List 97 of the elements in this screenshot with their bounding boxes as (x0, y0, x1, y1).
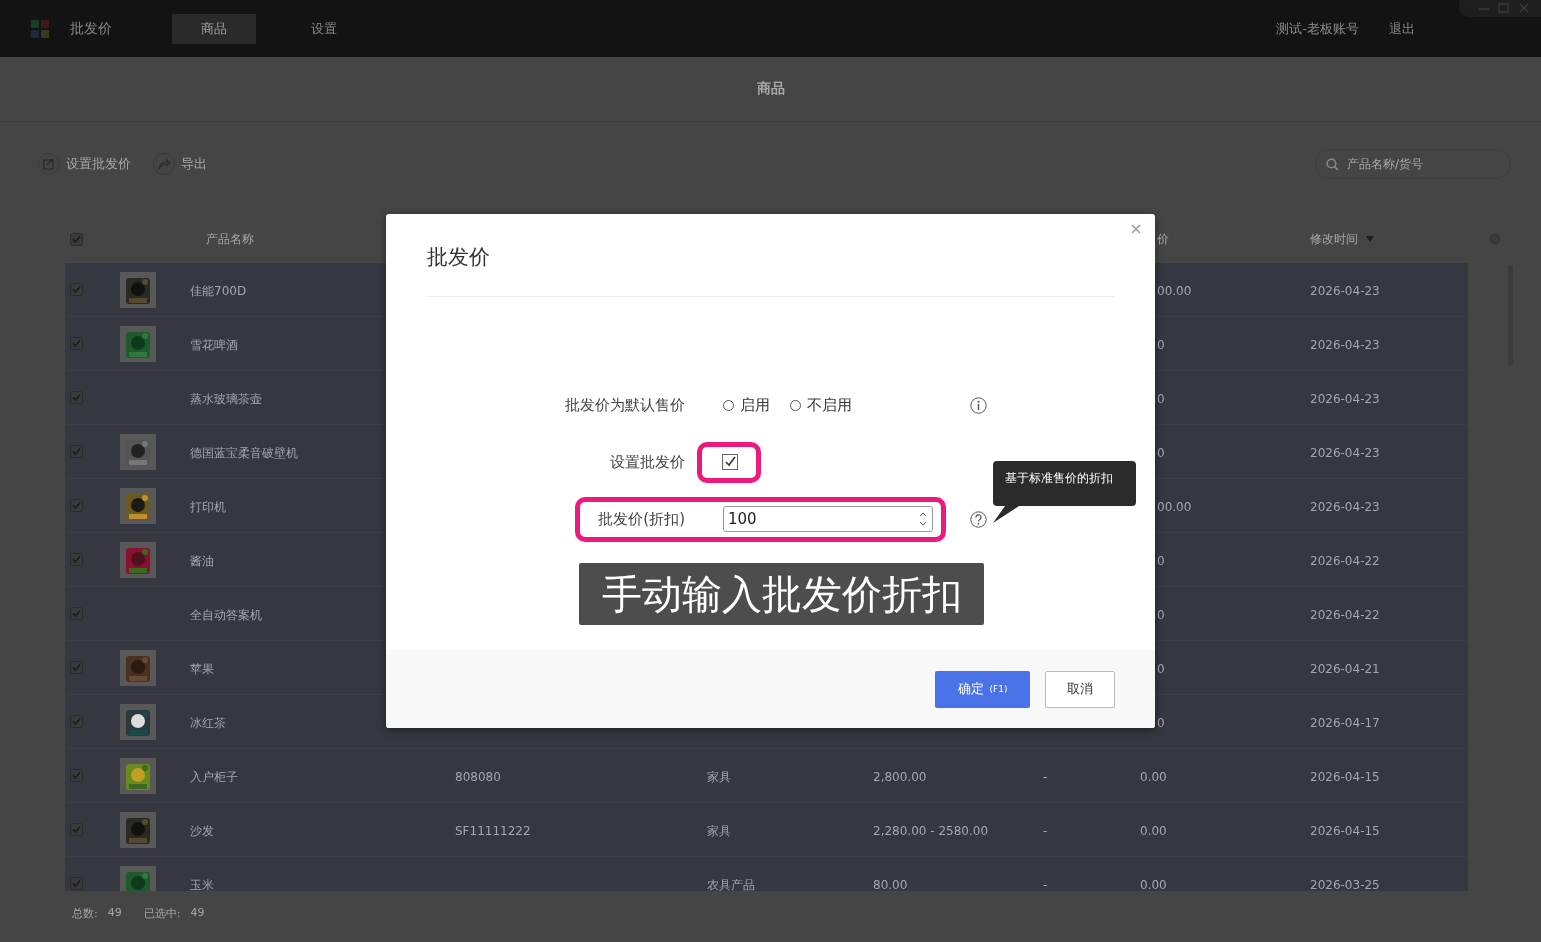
select-all-checkbox[interactable] (70, 232, 83, 246)
total-label: 总数: (72, 906, 98, 921)
table-cell: 入户柜子 (190, 769, 238, 784)
field-label: 批发价(折扣) (597, 509, 685, 529)
logout-link[interactable]: 退出 (1389, 19, 1415, 38)
radio-option[interactable]: 启用 (723, 395, 770, 415)
search-input[interactable]: 产品名称/货号 (1345, 156, 1499, 172)
nav-tab[interactable]: 商品 (172, 13, 256, 44)
toolbar-button[interactable]: 导出 (153, 153, 207, 175)
close-icon[interactable] (1129, 222, 1143, 236)
column-header[interactable]: 产品名称 (206, 231, 254, 246)
table-cell: 玉米 (190, 877, 214, 891)
row-checkbox[interactable] (70, 499, 83, 512)
table-cell: 冰红茶 (190, 715, 226, 730)
table-cell: 2026-04-22 (1310, 608, 1380, 622)
table-cell: 家具 (707, 769, 731, 784)
total-count: 49 (107, 906, 122, 921)
toolbar-button[interactable]: 设置批发价 (38, 153, 131, 175)
help-icon[interactable] (970, 510, 987, 528)
table-cell: 酱油 (190, 553, 214, 568)
row-checkbox[interactable] (70, 445, 83, 458)
table-cell: 0 (1157, 662, 1165, 676)
table-cell: 2026-04-23 (1310, 392, 1380, 406)
caption: 手动输入批发价折扣 (579, 563, 984, 625)
row-checkbox[interactable] (70, 877, 83, 890)
app-name: 批发价 (70, 19, 112, 38)
table-cell: 2026-04-23 (1310, 338, 1380, 352)
table-cell: 2026-04-17 (1310, 716, 1380, 730)
table-cell: 0.00 (1140, 824, 1167, 838)
table-cell: 2026-04-15 (1310, 770, 1380, 784)
page-title: 商品 (0, 57, 1541, 122)
table-cell: 全自动答案机 (190, 607, 262, 622)
row-checkbox[interactable] (70, 769, 83, 782)
confirm-button[interactable]: 确定 (F1) (935, 670, 1030, 708)
table-cell: 0 (1157, 338, 1165, 352)
table-cell: 苹果 (190, 661, 214, 676)
field-label: 设置批发价 (609, 452, 685, 472)
logo-icon (30, 18, 50, 39)
table-cell: 0 (1157, 554, 1165, 568)
table-cell: 0 (1157, 716, 1165, 730)
table-cell: 0.00 (1140, 878, 1167, 891)
nav-tab[interactable]: 设置 (282, 13, 366, 44)
table-cell: - (1043, 824, 1048, 838)
table-cell: 雪花啤酒 (190, 337, 238, 352)
table-cell: - (1043, 770, 1048, 784)
table-cell: 0 (1157, 392, 1165, 406)
table-cell: 2,800.00 (873, 770, 927, 784)
table-cell: 佳能700D (190, 283, 247, 298)
discount-input[interactable]: 100 (728, 510, 908, 528)
checkbox[interactable] (722, 454, 738, 470)
column-header[interactable]: 修改时间 (1310, 230, 1358, 248)
dialog-title: 批发价 (427, 243, 490, 271)
radio-option[interactable]: 不启用 (790, 395, 852, 415)
table-cell: 沙发 (190, 823, 214, 838)
sort-icon[interactable] (1366, 236, 1374, 242)
account-name[interactable]: 测试-老板账号 (1276, 19, 1359, 38)
table-cell: 0.00 (1140, 770, 1167, 784)
table-cell: 2026-04-21 (1310, 662, 1380, 676)
table-cell: 家具 (707, 823, 731, 838)
row-checkbox[interactable] (70, 391, 83, 404)
search-icon (1326, 157, 1339, 171)
table-cell: 2026-04-15 (1310, 824, 1380, 838)
table-cell: 2026-04-23 (1310, 500, 1380, 514)
info-icon[interactable] (970, 396, 987, 414)
table-cell: 农具产品 (707, 877, 755, 891)
table-cell: 808080 (455, 770, 501, 784)
row-checkbox[interactable] (70, 823, 83, 836)
row-checkbox[interactable] (70, 661, 83, 674)
selected-label: 已选中: (143, 906, 181, 921)
row-checkbox[interactable] (70, 337, 83, 350)
table-cell: 打印机 (190, 499, 226, 514)
table-cell: 2026-04-23 (1310, 284, 1380, 298)
table-cell: 0 (1157, 446, 1165, 460)
cancel-button[interactable]: 取消 (1045, 670, 1115, 708)
row-checkbox[interactable] (70, 607, 83, 620)
row-checkbox[interactable] (70, 715, 83, 728)
row-checkbox[interactable] (70, 553, 83, 566)
table-cell: 80.00 (873, 878, 908, 891)
selected-count: 49 (190, 906, 205, 921)
spinner-icon[interactable] (920, 511, 926, 527)
share-icon (153, 153, 175, 175)
table-cell: 2026-04-22 (1310, 554, 1380, 568)
table-cell: - (1043, 878, 1048, 891)
field-label: 批发价为默认售价 (564, 395, 685, 415)
table-cell: SF11111222 (455, 824, 531, 838)
table-cell: 2,280.00 - 2580.00 (873, 824, 989, 838)
table-cell: 2026-03-25 (1310, 878, 1380, 891)
table-cell: 00.00 (1157, 500, 1192, 514)
table-cell: 德国蓝宝柔音破壁机 (190, 445, 298, 460)
table-cell: 蒸水玻璃茶壶 (190, 391, 262, 406)
table-cell: 2026-04-23 (1310, 446, 1380, 460)
discount-field[interactable]: 100 (723, 506, 933, 532)
table-cell: 00.00 (1157, 284, 1192, 298)
column-header[interactable]: 价 (1157, 231, 1169, 246)
edit-icon (38, 153, 60, 175)
row-checkbox[interactable] (70, 283, 83, 296)
table-cell: 0 (1157, 608, 1165, 622)
